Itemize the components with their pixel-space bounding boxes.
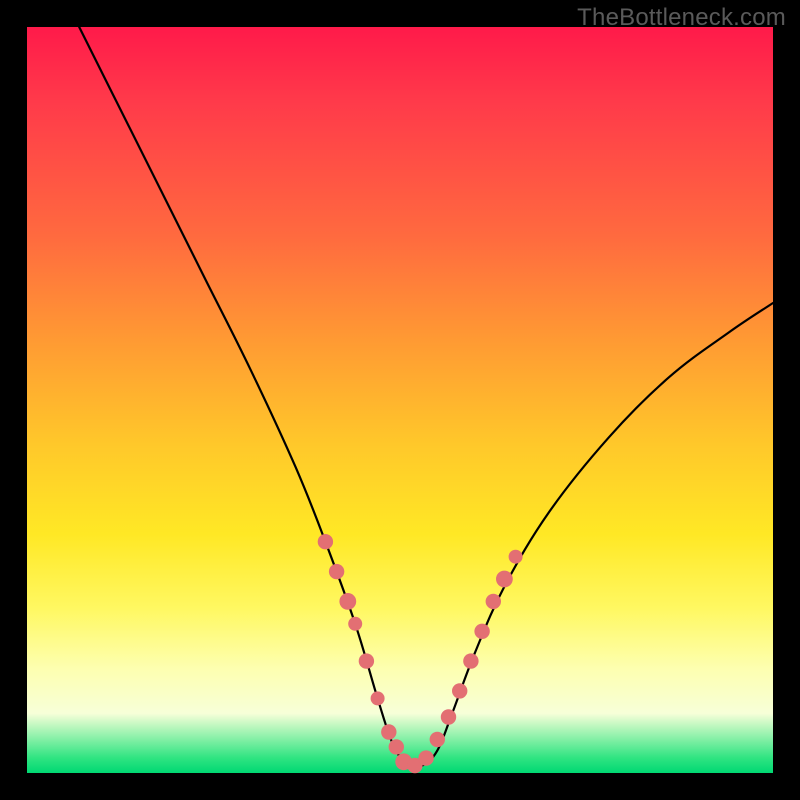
marker-dot (318, 534, 333, 549)
marker-dot (486, 594, 501, 609)
marker-dot (463, 653, 478, 668)
marker-dot (371, 691, 385, 705)
marker-dot (474, 624, 489, 639)
marker-dot (418, 750, 433, 765)
marker-dot (496, 571, 513, 588)
highlight-markers (318, 534, 523, 773)
marker-dot (430, 732, 445, 747)
marker-dot (329, 564, 344, 579)
marker-dot (348, 617, 362, 631)
plot-area (27, 27, 773, 773)
watermark-text: TheBottleneck.com (577, 4, 786, 32)
marker-dot (509, 550, 523, 564)
marker-dot (452, 683, 467, 698)
chart-svg (27, 27, 773, 773)
marker-dot (359, 653, 374, 668)
marker-dot (389, 739, 404, 754)
marker-dot (381, 724, 396, 739)
chart-frame: TheBottleneck.com (0, 0, 800, 800)
bottleneck-curve (79, 27, 773, 768)
marker-dot (339, 593, 356, 610)
marker-dot (441, 709, 456, 724)
